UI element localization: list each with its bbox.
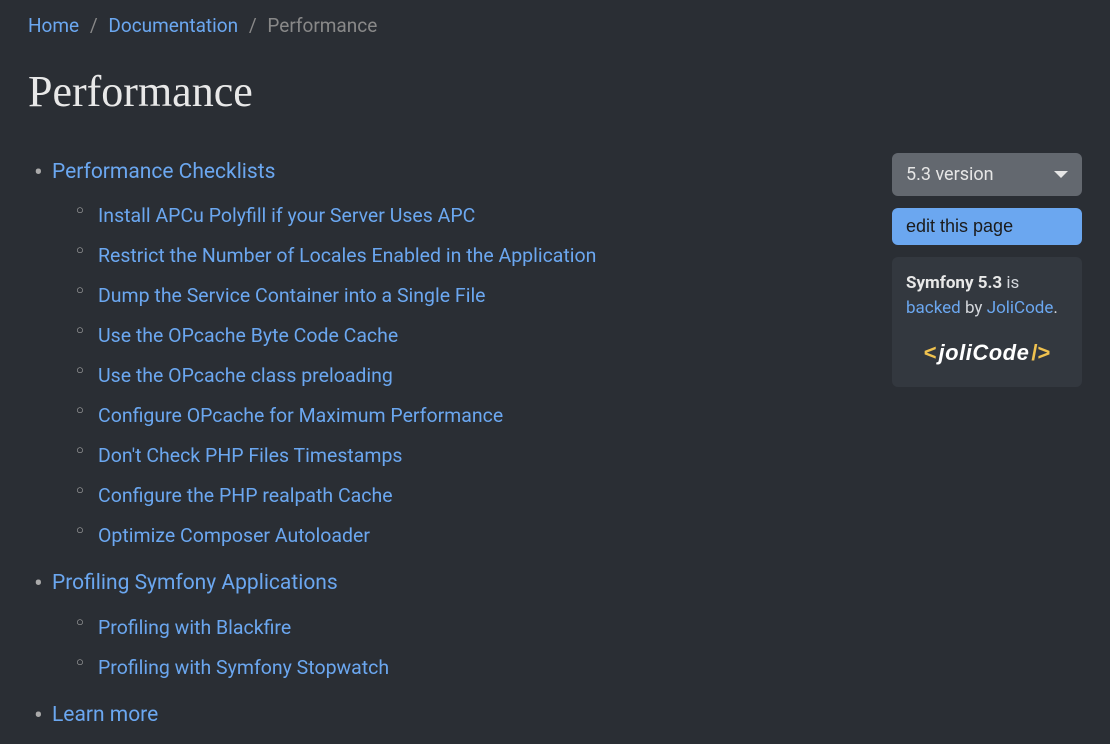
- sponsor-link[interactable]: JoliCode: [987, 298, 1054, 318]
- toc-link[interactable]: Profiling with Symfony Stopwatch: [98, 656, 389, 679]
- toc-link[interactable]: Performance Checklists: [52, 160, 275, 184]
- list-item: Restrict the Number of Locales Enabled i…: [98, 236, 862, 276]
- toc-section-profiling: Profiling Symfony Applications Profiling…: [52, 564, 862, 688]
- list-item: Use the OPcache class preloading: [98, 356, 862, 396]
- sidebar: 5.3 version edit this page Symfony 5.3 i…: [892, 153, 1082, 387]
- toc-link[interactable]: Install APCu Polyfill if your Server Use…: [98, 204, 475, 227]
- breadcrumb-sep: /: [249, 14, 257, 37]
- breadcrumb-docs[interactable]: Documentation: [108, 14, 238, 37]
- main-content: Performance Checklists Install APCu Poly…: [28, 153, 862, 744]
- list-item: Configure the PHP realpath Cache: [98, 476, 862, 516]
- jolicode-logo[interactable]: < joliCode />: [906, 336, 1068, 369]
- breadcrumb-current: Performance: [267, 14, 377, 37]
- toc-link[interactable]: Configure the PHP realpath Cache: [98, 484, 393, 507]
- chevron-down-icon: [1054, 171, 1068, 178]
- toc-link[interactable]: Use the OPcache Byte Code Cache: [98, 324, 398, 347]
- backed-by-box: Symfony 5.3 is backed by JoliCode. < jol…: [892, 257, 1082, 387]
- toc-link[interactable]: Profiling Symfony Applications: [52, 571, 338, 595]
- toc-link[interactable]: Optimize Composer Autoloader: [98, 524, 370, 547]
- toc-section-learn-more: Learn more: [52, 696, 862, 736]
- list-item: Install APCu Polyfill if your Server Use…: [98, 196, 862, 236]
- list-item: Configure OPcache for Maximum Performanc…: [98, 396, 862, 436]
- version-select[interactable]: 5.3 version: [892, 153, 1082, 196]
- list-item: Optimize Composer Autoloader: [98, 516, 862, 556]
- edit-page-button[interactable]: edit this page: [892, 208, 1082, 245]
- list-item: Dump the Service Container into a Single…: [98, 276, 862, 316]
- breadcrumb: Home / Documentation / Performance: [28, 12, 1082, 41]
- list-item: Profiling with Blackfire: [98, 608, 862, 648]
- toc-link[interactable]: Use the OPcache class preloading: [98, 364, 393, 387]
- toc-link[interactable]: Profiling with Blackfire: [98, 616, 291, 639]
- page-title: Performance: [28, 59, 1082, 125]
- version-label: 5.3 version: [906, 161, 994, 188]
- toc-link[interactable]: Configure OPcache for Maximum Performanc…: [98, 404, 503, 427]
- list-item: Profiling with Symfony Stopwatch: [98, 648, 862, 688]
- toc-section-checklists: Performance Checklists Install APCu Poly…: [52, 153, 862, 557]
- list-item: Use the OPcache Byte Code Cache: [98, 316, 862, 356]
- logo-bracket-close-icon: />: [1031, 336, 1050, 369]
- toc-link[interactable]: Restrict the Number of Locales Enabled i…: [98, 244, 596, 267]
- breadcrumb-sep: /: [90, 14, 98, 37]
- breadcrumb-home[interactable]: Home: [28, 14, 79, 37]
- list-item: Don't Check PHP Files Timestamps: [98, 436, 862, 476]
- backed-link[interactable]: backed: [906, 298, 961, 318]
- logo-bracket-open-icon: <: [924, 336, 937, 369]
- logo-text: joliCode: [939, 336, 1030, 369]
- toc-link[interactable]: Learn more: [52, 703, 158, 727]
- toc-link[interactable]: Dump the Service Container into a Single…: [98, 284, 486, 307]
- toc-link[interactable]: Don't Check PHP Files Timestamps: [98, 444, 402, 467]
- product-name: Symfony 5.3: [906, 273, 1002, 293]
- backed-text: Symfony 5.3 is backed by JoliCode.: [906, 271, 1068, 322]
